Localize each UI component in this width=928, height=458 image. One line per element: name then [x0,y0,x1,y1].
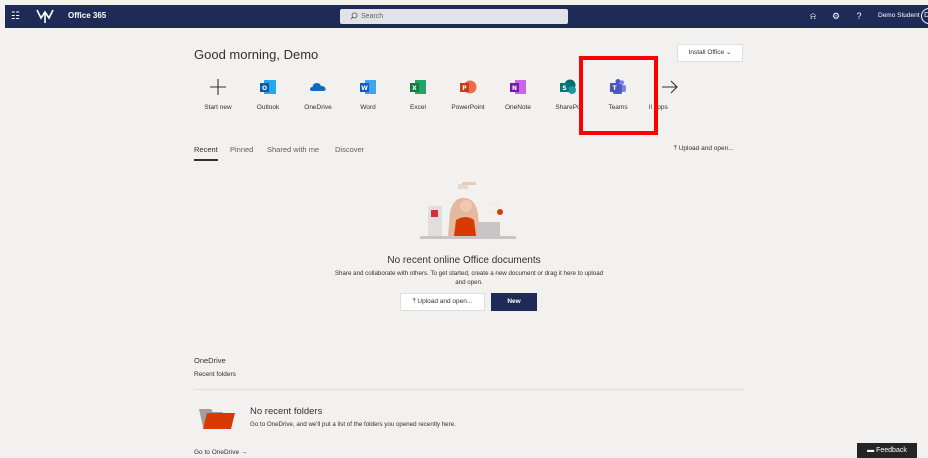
app-label: Word [360,104,376,111]
feedback-button[interactable]: ▬ Feedback [857,443,917,458]
folder-illustration [199,409,235,429]
upload-and-open-label: Upload and open... [678,145,734,152]
svg-text:O: O [262,85,267,92]
app-excel[interactable]: X Excel [393,78,443,114]
app-name[interactable]: Office 365 [68,11,106,20]
arrow-right-icon: → [240,449,248,456]
empty-documents-illustration [420,182,516,239]
app-label: OneDrive [304,104,332,111]
feedback-label: Feedback [876,447,907,454]
org-logo[interactable] [35,8,55,25]
search-box[interactable]: Search [340,9,568,24]
onedrive-section-title: OneDrive [194,356,226,365]
top-app-bar: ☷ Office 365 Search ⍾ ⚙ ? Demo Student D… [5,5,928,28]
app-label: OneNote [504,104,532,111]
gear-icon[interactable]: ⚙ [830,10,842,22]
app-powerpoint[interactable]: P PowerPoint [443,78,493,114]
excel-icon: X [410,80,426,94]
empty-state-title: No recent online Office documents [387,255,541,266]
empty-state-description: Share and collaborate with others. To ge… [334,270,604,286]
help-icon[interactable]: ? [853,10,865,22]
go-to-onedrive-label: Go to OneDrive [194,449,240,456]
user-name[interactable]: Demo Student [878,12,920,19]
svg-text:X: X [412,85,417,92]
app-start-new[interactable]: Start new [193,78,243,114]
bell-icon[interactable]: ⍾ [807,10,819,22]
app-label: Excel [410,104,426,111]
onedrive-icon [310,83,326,91]
highlight-annotation-box [579,56,658,135]
word-icon: W [360,80,376,94]
app-onedrive[interactable]: OneDrive [293,78,343,114]
new-button[interactable]: New [491,293,537,311]
no-recent-folders-description: Go to OneDrive, and we'll put a list of … [250,421,456,428]
no-recent-folders-title: No recent folders [250,406,323,417]
upload-icon: ⤒ [674,145,677,152]
app-word[interactable]: W Word [343,78,393,114]
app-launcher-icon[interactable]: ☷ [11,11,22,22]
install-office-button[interactable]: Install Office ⌄ [677,44,743,62]
section-divider [194,389,744,390]
sharepoint-icon: S [560,79,576,94]
tab-pinned[interactable]: Pinned [230,145,253,154]
upload-and-open-button[interactable]: ⤒ Upload and open... [400,293,485,311]
tab-discover[interactable]: Discover [335,145,364,154]
app-onenote[interactable]: N OneNote [493,78,543,114]
search-icon [350,12,358,20]
svg-text:W: W [361,85,368,92]
go-to-onedrive-link[interactable]: Go to OneDrive → [194,449,247,456]
arrow-right-icon [662,80,678,94]
document-tabs: Recent Pinned Shared with me Discover [194,145,744,161]
greeting-heading: Good morning, Demo [194,47,319,62]
avatar[interactable]: DS [921,8,928,24]
upload-icon: ⤒ [412,298,416,305]
app-label: Start new [204,104,232,111]
tab-shared-with-me[interactable]: Shared with me [267,145,319,154]
tab-recent[interactable]: Recent [194,145,218,161]
search-placeholder: Search [361,13,384,20]
upload-and-open-link[interactable]: ⤒ Upload and open... [674,145,734,153]
install-office-label: Install Office [688,49,725,56]
powerpoint-icon: P [460,80,477,94]
app-outlook[interactable]: O Outlook [243,78,293,114]
svg-text:N: N [512,85,517,92]
app-label: Outlook [256,104,280,111]
feedback-icon: ▬ [867,447,875,454]
outlook-icon: O [260,80,276,94]
upload-and-open-button-label: Upload and open... [417,298,473,305]
svg-text:S: S [562,85,566,92]
svg-text:P: P [462,85,467,92]
plus-icon [210,79,226,95]
recent-folders-heading: Recent folders [194,371,236,378]
onenote-icon: N [510,80,526,94]
app-label: PowerPoint [451,104,485,111]
